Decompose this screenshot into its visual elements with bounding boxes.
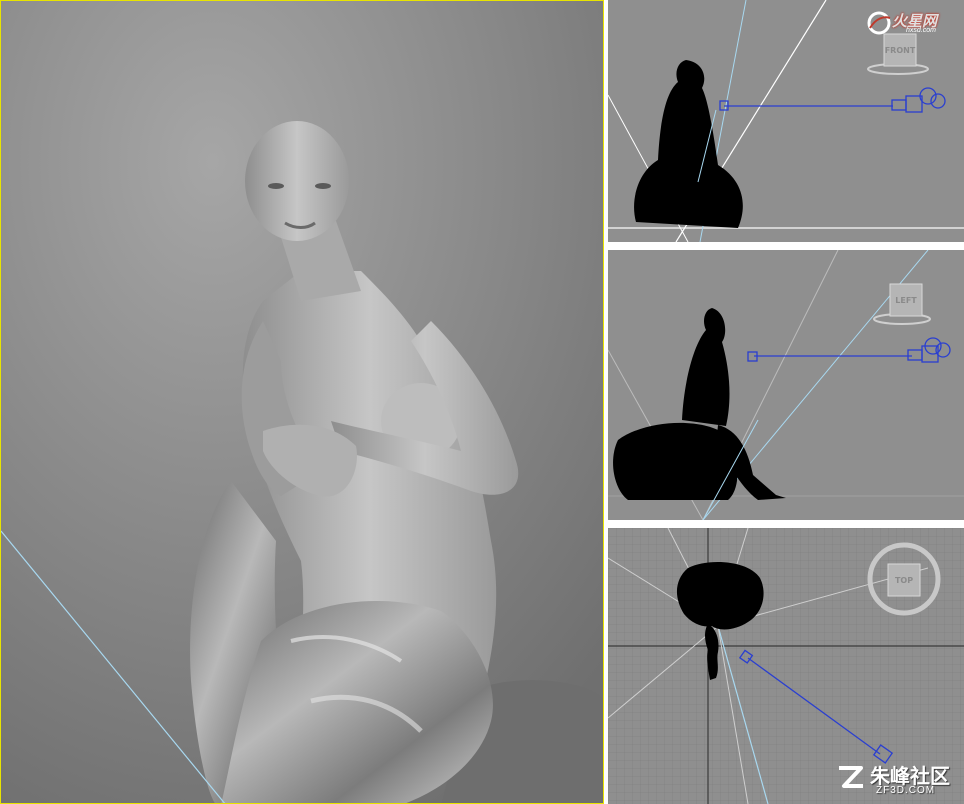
svg-text:FRONT: FRONT [885, 46, 916, 55]
svg-text:LEFT: LEFT [895, 296, 917, 305]
watermark-url: hxsd.com [906, 27, 936, 34]
left-viewport[interactable]: LEFT [608, 250, 964, 520]
front-render: FRONT [608, 0, 964, 242]
watermark-zf3d: 朱峰社区 ZF3D.COM [836, 758, 964, 802]
front-viewport[interactable]: FRONT [608, 0, 964, 242]
svg-text:TOP: TOP [895, 576, 913, 585]
boulder-silhouette [676, 562, 764, 630]
logo-icon [867, 11, 891, 35]
logo-icon [839, 766, 863, 788]
perspective-render [1, 1, 603, 803]
watermark-url: ZF3D.COM [876, 785, 936, 796]
left-render: LEFT [608, 250, 964, 520]
watermark-hxsd: 火星网 hxsd.com [866, 8, 962, 36]
figure-head [245, 121, 349, 241]
perspective-viewport[interactable] [0, 0, 604, 804]
